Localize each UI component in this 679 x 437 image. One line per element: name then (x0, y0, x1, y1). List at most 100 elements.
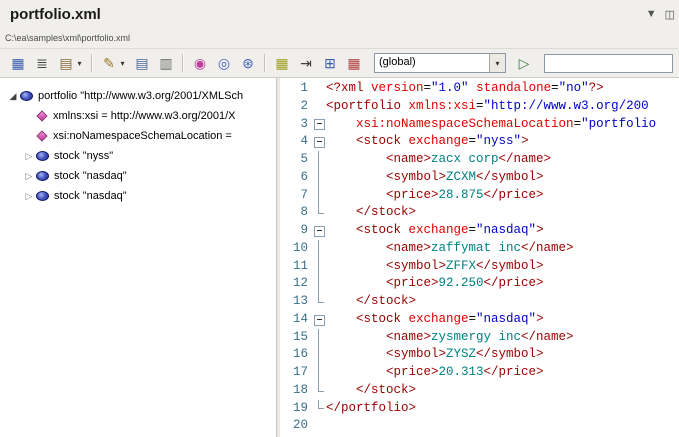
code-line[interactable]: 12 <price>92.250</price> (280, 275, 679, 293)
browser-view-icon: ▤ (57, 54, 75, 72)
code-line[interactable]: 20 (280, 417, 679, 435)
search-input[interactable] (544, 54, 673, 73)
schema-view-icon[interactable]: ▦ (342, 52, 366, 74)
edit-pencil-icon-dropdown[interactable]: ▾ (118, 59, 127, 68)
line-number: 11 (280, 258, 312, 276)
replace-icon: ⊛ (239, 54, 257, 72)
code-line[interactable]: 17 <price>20.313</price> (280, 364, 679, 382)
fold-toggle-icon[interactable] (312, 133, 326, 151)
line-number: 15 (280, 329, 312, 347)
fold-marker (312, 275, 326, 293)
edit-document-icon[interactable]: ▤ (130, 52, 154, 74)
code-line[interactable]: 8 </stock> (280, 204, 679, 222)
fold-toggle-icon[interactable] (312, 116, 326, 134)
line-number: 12 (280, 275, 312, 293)
fold-toggle-icon[interactable] (312, 222, 326, 240)
code-line[interactable]: 1 <?xml version="1.0" standalone="no"?> (280, 80, 679, 98)
code-text: <name>zysmergy inc</name> (326, 329, 574, 347)
document-properties-icon[interactable]: ▥ (154, 52, 178, 74)
code-text: <name>zacx corp</name> (326, 151, 551, 169)
line-number: 7 (280, 187, 312, 205)
find-icon[interactable]: ◉ (188, 52, 212, 74)
fold-toggle-icon[interactable] (312, 311, 326, 329)
pane-menu-icon[interactable]: ▼ (646, 8, 657, 21)
list-view-icon[interactable]: ≣ (30, 52, 54, 74)
page-title: portfolio.xml (10, 6, 101, 23)
tree-item[interactable]: xmlns:xsi = http://www.w3.org/2001/X (0, 106, 276, 126)
code-line[interactable]: 3 xsi:noNamespaceSchemaLocation="portfol… (280, 116, 679, 134)
element-icon (36, 191, 49, 201)
code-editor[interactable]: 1 <?xml version="1.0" standalone="no"?>2<… (280, 78, 679, 437)
title-bar: portfolio.xml ▼ ◫ (0, 0, 679, 30)
toolbar: ▦≣▤▾✎▾▤▥◉◎⊛▦⇥⊞▦ (global) ▾ ▷ (0, 48, 679, 78)
code-line[interactable]: 13 </stock> (280, 293, 679, 311)
collapsed-arrow-icon[interactable]: ▷ (22, 151, 36, 162)
go-icon[interactable]: ▷ (512, 52, 536, 74)
code-line[interactable]: 2<portfolio xmlns:xsi="http://www.w3.org… (280, 98, 679, 116)
line-number: 9 (280, 222, 312, 240)
fold-marker (312, 382, 326, 400)
toolbar-separator (91, 54, 93, 72)
code-line[interactable]: 16 <symbol>ZYSZ</symbol> (280, 346, 679, 364)
line-number: 16 (280, 346, 312, 364)
code-line[interactable]: 5 <name>zacx corp</name> (280, 151, 679, 169)
tree-item[interactable]: ◢portfolio "http://www.w3.org/2001/XMLSc… (0, 86, 276, 106)
attribute-icon (36, 110, 47, 121)
code-line[interactable]: 7 <price>28.875</price> (280, 187, 679, 205)
code-line[interactable]: 19</portfolio> (280, 400, 679, 418)
code-text: <symbol>ZCXM</symbol> (326, 169, 544, 187)
code-line[interactable]: 9 <stock exchange="nasdaq"> (280, 222, 679, 240)
collapsed-arrow-icon[interactable]: ▷ (22, 191, 36, 202)
browser-view-icon[interactable]: ▤▾ (54, 52, 87, 74)
code-line[interactable]: 11 <symbol>ZFFX</symbol> (280, 258, 679, 276)
browser-view-icon-dropdown[interactable]: ▾ (75, 59, 84, 68)
pane-window-icon[interactable]: ◫ (665, 8, 675, 21)
line-number: 1 (280, 80, 312, 98)
fold-marker (312, 329, 326, 347)
line-number: 3 (280, 116, 312, 134)
fold-marker (312, 400, 326, 418)
code-text: <symbol>ZYSZ</symbol> (326, 346, 544, 364)
edit-pencil-icon[interactable]: ✎▾ (97, 52, 130, 74)
code-line[interactable]: 14 <stock exchange="nasdaq"> (280, 311, 679, 329)
fold-marker (312, 364, 326, 382)
table-view-icon: ⊞ (321, 54, 339, 72)
global-scope-combobox[interactable]: (global) ▾ (374, 53, 506, 73)
code-text: <?xml version="1.0" standalone="no"?> (326, 80, 604, 98)
goto-line-icon: ⇥ (297, 54, 315, 72)
app-window: portfolio.xml ▼ ◫ C:\ea\samples\xml\portf… (0, 0, 679, 437)
code-line[interactable]: 18 </stock> (280, 382, 679, 400)
code-line[interactable]: 6 <symbol>ZCXM</symbol> (280, 169, 679, 187)
tree-item[interactable]: ▷stock "nasdaq" (0, 166, 276, 186)
find-in-document-icon: ◎ (215, 54, 233, 72)
find-in-document-icon[interactable]: ◎ (212, 52, 236, 74)
collapsed-arrow-icon[interactable]: ▷ (22, 171, 36, 182)
goto-line-icon[interactable]: ⇥ (294, 52, 318, 74)
line-number: 10 (280, 240, 312, 258)
tree-item[interactable]: xsi:noNamespaceSchemaLocation = (0, 126, 276, 146)
grid-view-icon[interactable]: ▦ (6, 52, 30, 74)
table-view-icon[interactable]: ⊞ (318, 52, 342, 74)
grid-view-icon: ▦ (9, 54, 27, 72)
expanded-arrow-icon[interactable]: ◢ (6, 91, 20, 102)
code-line[interactable]: 4 <stock exchange="nyss"> (280, 133, 679, 151)
code-line[interactable]: 15 <name>zysmergy inc</name> (280, 329, 679, 347)
fold-marker (312, 169, 326, 187)
toolbar-separator (264, 54, 266, 72)
list-view-icon: ≣ (33, 54, 51, 72)
combobox-value: (global) (375, 54, 489, 72)
file-path: C:\ea\samples\xml\portfolio.xml (5, 33, 130, 43)
check-wellformed-icon[interactable]: ▦ (270, 52, 294, 74)
line-number: 6 (280, 169, 312, 187)
tree-item[interactable]: ▷stock "nyss" (0, 146, 276, 166)
replace-icon[interactable]: ⊛ (236, 52, 260, 74)
tree-item-label: stock "nasdaq" (54, 190, 127, 202)
tree-item[interactable]: ▷ stock "nasdaq" (0, 186, 276, 206)
line-number: 20 (280, 417, 312, 435)
header: portfolio.xml ▼ ◫ C:\ea\samples\xml\portf… (0, 0, 679, 78)
element-icon (36, 171, 49, 181)
code-line[interactable]: 10 <name>zaffymat inc</name> (280, 240, 679, 258)
chevron-down-icon[interactable]: ▾ (489, 54, 505, 72)
fold-marker (312, 258, 326, 276)
edit-document-icon: ▤ (133, 54, 151, 72)
